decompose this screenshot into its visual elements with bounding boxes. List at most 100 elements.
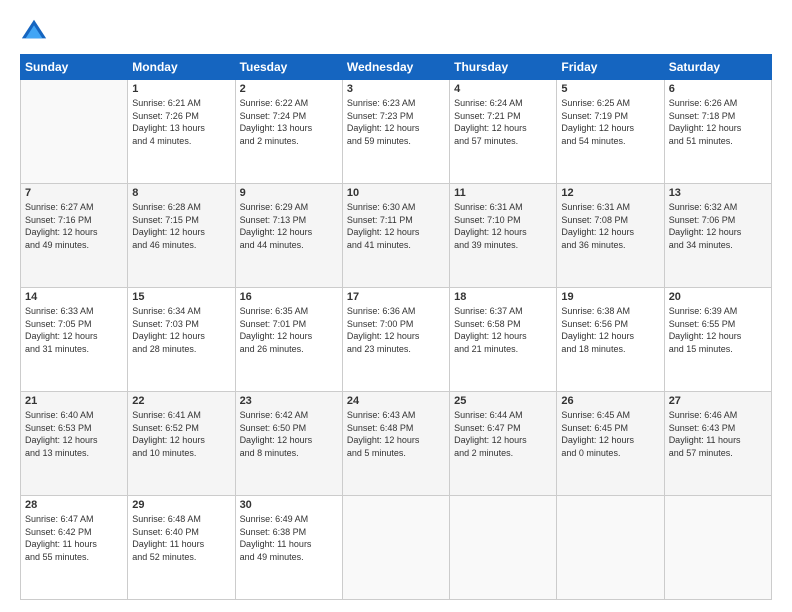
- calendar-cell: 18 Sunrise: 6:37 AM Sunset: 6:58 PM Dayli…: [450, 288, 557, 392]
- day-number: 2: [240, 83, 338, 95]
- day-info: Sunrise: 6:32 AM Sunset: 7:06 PM Dayligh…: [669, 201, 767, 251]
- logo: [20, 16, 52, 44]
- calendar-cell: 8 Sunrise: 6:28 AM Sunset: 7:15 PM Daylig…: [128, 184, 235, 288]
- calendar-cell: 17Sunrise: 6:36 AM Sunset: 7:00 PM Dayli…: [342, 288, 449, 392]
- calendar-cell: [450, 496, 557, 600]
- day-number: 8: [132, 187, 230, 199]
- weekday-header-row: SundayMondayTuesdayWednesdayThursdayFrid…: [21, 55, 772, 80]
- day-info: Sunrise: 6:48 AM Sunset: 6:40 PM Dayligh…: [132, 513, 230, 563]
- day-number: 11: [454, 187, 552, 199]
- week-row-5: 28 Sunrise: 6:47 AM Sunset: 6:42 PM Dayli…: [21, 496, 772, 600]
- calendar-cell: 21Sunrise: 6:40 AM Sunset: 6:53 PM Dayli…: [21, 392, 128, 496]
- day-number: 7: [25, 187, 123, 199]
- day-number: 6: [669, 83, 767, 95]
- day-number: 30: [240, 499, 338, 511]
- day-info: Sunrise: 6:45 AM Sunset: 6:45 PM Dayligh…: [561, 409, 659, 459]
- week-row-1: 1 Sunrise: 6:21 AM Sunset: 7:26 PM Daylig…: [21, 80, 772, 184]
- calendar-cell: 5 Sunrise: 6:25 AM Sunset: 7:19 PM Daylig…: [557, 80, 664, 184]
- day-info: Sunrise: 6:44 AM Sunset: 6:47 PM Dayligh…: [454, 409, 552, 459]
- day-info: Sunrise: 6:35 AM Sunset: 7:01 PM Dayligh…: [240, 305, 338, 355]
- calendar-cell: 27 Sunrise: 6:46 AM Sunset: 6:43 PM Dayli…: [664, 392, 771, 496]
- day-number: 29: [132, 499, 230, 511]
- day-info: Sunrise: 6:23 AM Sunset: 7:23 PM Dayligh…: [347, 97, 445, 147]
- day-info: Sunrise: 6:22 AM Sunset: 7:24 PM Dayligh…: [240, 97, 338, 147]
- calendar-cell: 29 Sunrise: 6:48 AM Sunset: 6:40 PM Dayli…: [128, 496, 235, 600]
- day-number: 28: [25, 499, 123, 511]
- day-info: Sunrise: 6:21 AM Sunset: 7:26 PM Dayligh…: [132, 97, 230, 147]
- day-info: Sunrise: 6:34 AM Sunset: 7:03 PM Dayligh…: [132, 305, 230, 355]
- calendar-cell: 15 Sunrise: 6:34 AM Sunset: 7:03 PM Dayli…: [128, 288, 235, 392]
- day-info: Sunrise: 6:30 AM Sunset: 7:11 PM Dayligh…: [347, 201, 445, 251]
- day-info: Sunrise: 6:49 AM Sunset: 6:38 PM Dayligh…: [240, 513, 338, 563]
- calendar-cell: 12Sunrise: 6:31 AM Sunset: 7:08 PM Dayli…: [557, 184, 664, 288]
- week-row-4: 21Sunrise: 6:40 AM Sunset: 6:53 PM Dayli…: [21, 392, 772, 496]
- day-info: Sunrise: 6:31 AM Sunset: 7:08 PM Dayligh…: [561, 201, 659, 251]
- calendar-cell: 16 Sunrise: 6:35 AM Sunset: 7:01 PM Dayli…: [235, 288, 342, 392]
- day-info: Sunrise: 6:39 AM Sunset: 6:55 PM Dayligh…: [669, 305, 767, 355]
- day-number: 25: [454, 395, 552, 407]
- calendar-cell: 4Sunrise: 6:24 AM Sunset: 7:21 PM Daylig…: [450, 80, 557, 184]
- day-info: Sunrise: 6:46 AM Sunset: 6:43 PM Dayligh…: [669, 409, 767, 459]
- calendar-cell: 25 Sunrise: 6:44 AM Sunset: 6:47 PM Dayli…: [450, 392, 557, 496]
- calendar-cell: 20 Sunrise: 6:39 AM Sunset: 6:55 PM Dayli…: [664, 288, 771, 392]
- day-info: Sunrise: 6:29 AM Sunset: 7:13 PM Dayligh…: [240, 201, 338, 251]
- day-info: Sunrise: 6:36 AM Sunset: 7:00 PM Dayligh…: [347, 305, 445, 355]
- day-number: 24: [347, 395, 445, 407]
- calendar-cell: 11 Sunrise: 6:31 AM Sunset: 7:10 PM Dayli…: [450, 184, 557, 288]
- calendar-cell: [21, 80, 128, 184]
- day-number: 21: [25, 395, 123, 407]
- calendar-cell: 13 Sunrise: 6:32 AM Sunset: 7:06 PM Dayli…: [664, 184, 771, 288]
- day-info: Sunrise: 6:25 AM Sunset: 7:19 PM Dayligh…: [561, 97, 659, 147]
- day-number: 14: [25, 291, 123, 303]
- page-header: [20, 16, 772, 44]
- day-info: Sunrise: 6:33 AM Sunset: 7:05 PM Dayligh…: [25, 305, 123, 355]
- weekday-header-saturday: Saturday: [664, 55, 771, 80]
- day-number: 1: [132, 83, 230, 95]
- day-info: Sunrise: 6:42 AM Sunset: 6:50 PM Dayligh…: [240, 409, 338, 459]
- day-number: 13: [669, 187, 767, 199]
- day-number: 19: [561, 291, 659, 303]
- calendar-cell: 14 Sunrise: 6:33 AM Sunset: 7:05 PM Dayli…: [21, 288, 128, 392]
- week-row-3: 14 Sunrise: 6:33 AM Sunset: 7:05 PM Dayli…: [21, 288, 772, 392]
- logo-icon: [20, 16, 48, 44]
- calendar-cell: 22Sunrise: 6:41 AM Sunset: 6:52 PM Dayli…: [128, 392, 235, 496]
- week-row-2: 7Sunrise: 6:27 AM Sunset: 7:16 PM Daylig…: [21, 184, 772, 288]
- day-number: 20: [669, 291, 767, 303]
- calendar-cell: [342, 496, 449, 600]
- day-number: 26: [561, 395, 659, 407]
- weekday-header-thursday: Thursday: [450, 55, 557, 80]
- calendar-cell: 10Sunrise: 6:30 AM Sunset: 7:11 PM Dayli…: [342, 184, 449, 288]
- calendar-cell: 23 Sunrise: 6:42 AM Sunset: 6:50 PM Dayli…: [235, 392, 342, 496]
- day-number: 16: [240, 291, 338, 303]
- day-number: 15: [132, 291, 230, 303]
- calendar-cell: [664, 496, 771, 600]
- day-info: Sunrise: 6:37 AM Sunset: 6:58 PM Dayligh…: [454, 305, 552, 355]
- calendar-cell: [557, 496, 664, 600]
- weekday-header-monday: Monday: [128, 55, 235, 80]
- day-number: 5: [561, 83, 659, 95]
- day-number: 23: [240, 395, 338, 407]
- day-info: Sunrise: 6:38 AM Sunset: 6:56 PM Dayligh…: [561, 305, 659, 355]
- calendar-cell: 26 Sunrise: 6:45 AM Sunset: 6:45 PM Dayli…: [557, 392, 664, 496]
- calendar-cell: 30 Sunrise: 6:49 AM Sunset: 6:38 PM Dayli…: [235, 496, 342, 600]
- calendar-cell: 2 Sunrise: 6:22 AM Sunset: 7:24 PM Daylig…: [235, 80, 342, 184]
- day-info: Sunrise: 6:24 AM Sunset: 7:21 PM Dayligh…: [454, 97, 552, 147]
- calendar-cell: 1 Sunrise: 6:21 AM Sunset: 7:26 PM Daylig…: [128, 80, 235, 184]
- calendar-cell: 7Sunrise: 6:27 AM Sunset: 7:16 PM Daylig…: [21, 184, 128, 288]
- calendar-cell: 6 Sunrise: 6:26 AM Sunset: 7:18 PM Daylig…: [664, 80, 771, 184]
- day-number: 18: [454, 291, 552, 303]
- day-number: 9: [240, 187, 338, 199]
- day-info: Sunrise: 6:31 AM Sunset: 7:10 PM Dayligh…: [454, 201, 552, 251]
- weekday-header-tuesday: Tuesday: [235, 55, 342, 80]
- weekday-header-friday: Friday: [557, 55, 664, 80]
- day-info: Sunrise: 6:41 AM Sunset: 6:52 PM Dayligh…: [132, 409, 230, 459]
- day-info: Sunrise: 6:26 AM Sunset: 7:18 PM Dayligh…: [669, 97, 767, 147]
- calendar-cell: 9 Sunrise: 6:29 AM Sunset: 7:13 PM Daylig…: [235, 184, 342, 288]
- day-info: Sunrise: 6:28 AM Sunset: 7:15 PM Dayligh…: [132, 201, 230, 251]
- calendar-cell: 28 Sunrise: 6:47 AM Sunset: 6:42 PM Dayli…: [21, 496, 128, 600]
- calendar-cell: 19 Sunrise: 6:38 AM Sunset: 6:56 PM Dayli…: [557, 288, 664, 392]
- day-number: 27: [669, 395, 767, 407]
- day-info: Sunrise: 6:47 AM Sunset: 6:42 PM Dayligh…: [25, 513, 123, 563]
- calendar-cell: 3Sunrise: 6:23 AM Sunset: 7:23 PM Daylig…: [342, 80, 449, 184]
- calendar-table: SundayMondayTuesdayWednesdayThursdayFrid…: [20, 54, 772, 600]
